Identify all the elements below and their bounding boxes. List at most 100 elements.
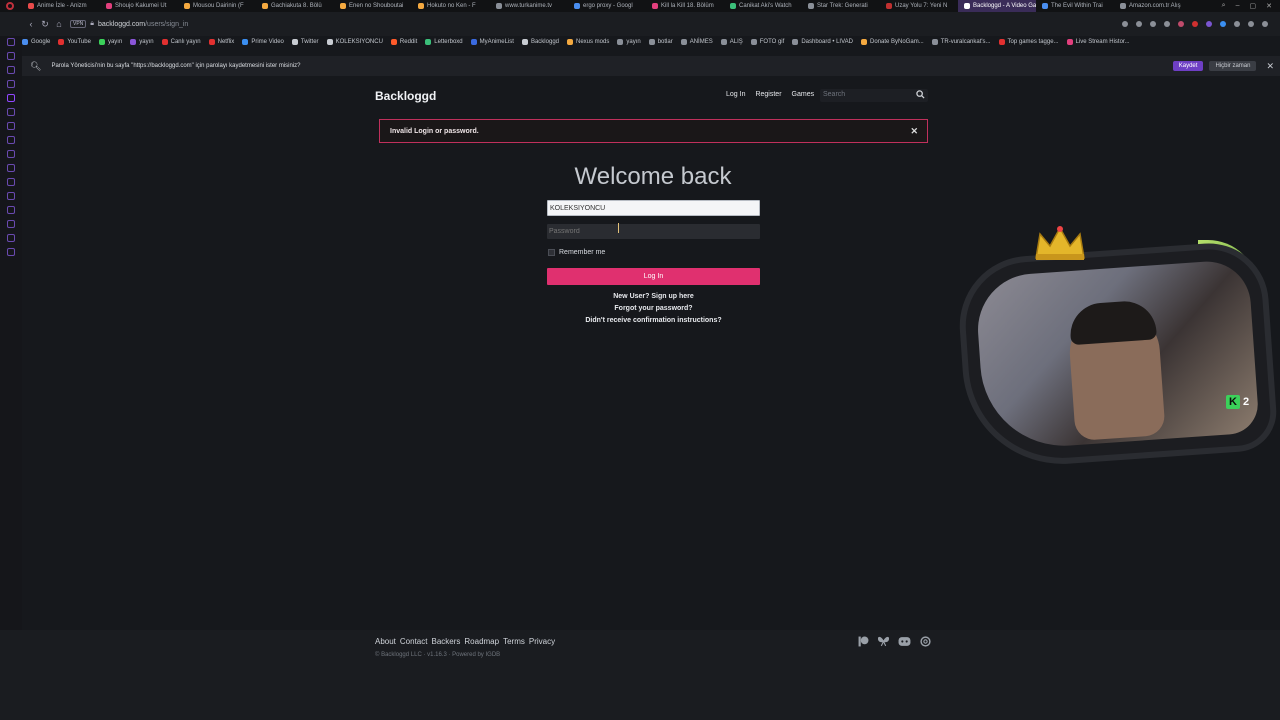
browser-tab[interactable]: www.turkanime.tv: [490, 0, 568, 12]
workspace-icon[interactable]: [7, 38, 15, 46]
bookmark-item[interactable]: Letterboxd: [425, 39, 463, 45]
bookmark-item[interactable]: Google: [22, 39, 50, 45]
player-icon[interactable]: [7, 164, 15, 172]
bookmark-item[interactable]: KOLEKSIYONCU: [326, 39, 383, 45]
bookmark-item[interactable]: Dashboard • LIVAD: [792, 39, 853, 45]
browser-tab[interactable]: Uzay Yolu 7: Yeni N: [880, 0, 958, 12]
bookmark-item[interactable]: yayın: [617, 39, 641, 45]
x-icon[interactable]: [7, 150, 15, 158]
log-in-button[interactable]: Log In: [547, 268, 760, 285]
close-icon[interactable]: ✕: [910, 126, 918, 137]
nav-log-in[interactable]: Log In: [726, 91, 745, 98]
footer-roadmap-link[interactable]: Roadmap: [464, 637, 499, 646]
browser-tab[interactable]: Hokuto no Ken - F: [412, 0, 490, 12]
shield-icon[interactable]: [1150, 21, 1156, 27]
close-icon[interactable]: ✕: [1266, 61, 1274, 72]
vpn-badge[interactable]: VPN: [70, 20, 87, 28]
settings-icon[interactable]: [7, 248, 15, 256]
confirmation-link[interactable]: Didn't receive confirmation instructions…: [547, 315, 760, 327]
browser-tab[interactable]: Star Trek: Generati: [802, 0, 880, 12]
bookmark-item[interactable]: Live Stream Histor...: [1066, 39, 1130, 45]
browser-tab[interactable]: Mousou Dairinin (F: [178, 0, 256, 12]
patreon-icon[interactable]: [858, 636, 869, 647]
footer-terms-link[interactable]: Terms: [503, 637, 525, 646]
footer-privacy-link[interactable]: Privacy: [529, 637, 555, 646]
pinboard-icon[interactable]: [7, 178, 15, 186]
search-icon[interactable]: ⌕: [1222, 2, 1226, 10]
bookmark-item[interactable]: yayın: [130, 39, 154, 45]
bookmark-item[interactable]: Donate ByNoGam...: [861, 39, 924, 45]
profile-icon[interactable]: [1248, 21, 1254, 27]
bookmark-item[interactable]: YouTube: [58, 39, 91, 45]
bookmark-item[interactable]: Canlı yayın: [161, 39, 201, 45]
opera-logo-icon[interactable]: [6, 2, 14, 10]
clock-icon[interactable]: [7, 220, 15, 228]
footer-about-link[interactable]: About: [375, 637, 396, 646]
bookmark-item[interactable]: ALIŞ: [720, 39, 743, 45]
remember-me-checkbox[interactable]: [548, 249, 555, 256]
messenger-icon[interactable]: [7, 66, 15, 74]
browser-tab[interactable]: Shoujo Kakumei Ut: [100, 0, 178, 12]
close-icon[interactable]: ✕: [1266, 2, 1272, 10]
extension-icon[interactable]: [1206, 21, 1212, 27]
save-password-button[interactable]: Kaydet: [1172, 61, 1204, 71]
home-icon[interactable]: ⌂: [52, 19, 66, 29]
menu-icon[interactable]: [1262, 21, 1268, 27]
download-icon[interactable]: [7, 234, 15, 242]
bookmark-item[interactable]: TR-vuralcankat's...: [931, 39, 991, 45]
bookmark-item[interactable]: Prime Video: [242, 39, 284, 45]
speed-dial-icon[interactable]: [7, 52, 15, 60]
threads-icon[interactable]: [920, 636, 931, 647]
maximize-icon[interactable]: ▢: [1250, 2, 1257, 10]
twitch-icon[interactable]: [7, 94, 15, 102]
bookmark-item[interactable]: Twitter: [291, 39, 319, 45]
bookmark-item[interactable]: FOTO gif: [750, 39, 784, 45]
nav-register[interactable]: Register: [755, 91, 781, 98]
browser-tab[interactable]: The Evil Within Trai: [1036, 0, 1114, 12]
browser-tab[interactable]: Gachiakuta 8. Bölü: [256, 0, 334, 12]
bluesky-icon[interactable]: [878, 636, 889, 647]
extension-icon[interactable]: [1136, 21, 1142, 27]
back-icon[interactable]: ‹: [24, 19, 38, 29]
whatsapp-icon[interactable]: [7, 108, 15, 116]
bookmark-item[interactable]: Top games tagge...: [998, 39, 1059, 45]
browser-tab[interactable]: Kill la Kill 18. Bölüm: [646, 0, 724, 12]
url-field[interactable]: backloggd.com/users/sign_in: [98, 21, 188, 28]
footer-contact-link[interactable]: Contact: [400, 637, 428, 646]
bookmark-item[interactable]: MyAnimeList: [470, 39, 514, 45]
browser-tab[interactable]: Enen no Shouboutai: [334, 0, 412, 12]
bookmark-item[interactable]: yayın: [98, 39, 122, 45]
browser-tab[interactable]: Amazon.com.tr Alış: [1114, 0, 1192, 12]
signup-link[interactable]: New User? Sign up here: [547, 291, 760, 303]
bookmark-item[interactable]: Reddit: [390, 39, 417, 45]
forgot-password-link[interactable]: Forgot your password?: [547, 303, 760, 315]
history-icon[interactable]: [7, 206, 15, 214]
download-icon[interactable]: [1164, 21, 1170, 27]
minimize-icon[interactable]: –: [1236, 2, 1240, 10]
browser-tab[interactable]: ergo proxy - Googl: [568, 0, 646, 12]
bookmark-star-icon[interactable]: [1122, 21, 1128, 27]
nav-games[interactable]: Games: [792, 91, 815, 98]
browser-tab[interactable]: Backloggd - A Video Gam: [958, 0, 1036, 12]
bookmark-item[interactable]: Netflix: [208, 39, 234, 45]
instagram-icon[interactable]: [7, 80, 15, 88]
puzzle-icon[interactable]: [1234, 21, 1240, 27]
telegram-icon[interactable]: [7, 122, 15, 130]
footer-backers-link[interactable]: Backers: [431, 637, 460, 646]
bookmark-item[interactable]: botlar: [648, 39, 673, 45]
remember-me-option[interactable]: Remember me: [548, 249, 605, 256]
browser-tab[interactable]: Anime İzle - Anizm: [22, 0, 100, 12]
discord-icon[interactable]: [7, 136, 15, 144]
heart-icon[interactable]: [7, 192, 15, 200]
lock-icon[interactable]: 🔒︎: [90, 20, 94, 28]
site-logo[interactable]: Backloggd: [375, 89, 436, 103]
never-save-button[interactable]: Hiçbir zaman: [1209, 61, 1257, 71]
search-icon[interactable]: [916, 90, 925, 99]
reload-icon[interactable]: ↻: [38, 19, 52, 30]
site-search-input[interactable]: Search: [820, 89, 928, 102]
username-field[interactable]: [547, 200, 760, 216]
record-icon[interactable]: [1192, 21, 1198, 27]
discord-icon[interactable]: [898, 636, 911, 647]
bookmark-item[interactable]: Backloggd: [521, 39, 559, 45]
password-field[interactable]: [547, 224, 760, 239]
